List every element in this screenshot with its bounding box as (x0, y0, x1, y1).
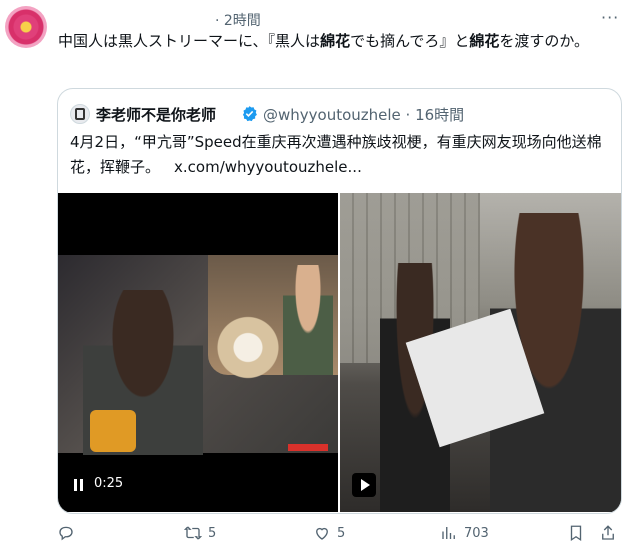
repost-count: 5 (208, 525, 217, 541)
repost-icon (184, 526, 202, 540)
video-right[interactable] (340, 193, 621, 512)
like-count: 5 (337, 525, 346, 541)
quoted-author-handle[interactable]: @whyyoutouzhele · 16時間 (263, 104, 464, 125)
video-frame (58, 255, 338, 455)
quoted-text: 4月2日，“甲亢哥”Speed在重庆再次遭遇种族歧视梗，有重庆网友现场向他送棉花… (70, 133, 602, 176)
views-chart-icon (442, 527, 455, 539)
more-options-icon[interactable]: ··· (601, 8, 619, 27)
share-button[interactable] (599, 524, 617, 542)
quoted-post[interactable]: 李老师不是你老师 @whyyoutouzhele · 16時間 4月2日，“甲亢… (57, 88, 622, 514)
author-avatar[interactable] (5, 6, 47, 48)
action-bar: 5 5 703 (0, 524, 628, 546)
pause-icon[interactable] (74, 479, 84, 491)
views-count: 703 (464, 525, 489, 541)
repost-button[interactable]: 5 (184, 524, 216, 542)
video-frame (340, 193, 621, 512)
post-text-bold: 綿花 (469, 32, 500, 50)
reply-icon (59, 526, 73, 541)
share-icon (602, 525, 614, 540)
bookmark-button[interactable] (567, 524, 585, 542)
reply-button[interactable] (57, 524, 81, 542)
like-button[interactable]: 5 (313, 524, 345, 542)
post-text: 中国人は黒人ストリーマーに、『黒人は綿花でも摘んでろ』と綿花を渡すのか。 (58, 32, 590, 50)
video-time: 0:25 (94, 476, 124, 491)
views-button[interactable]: 703 (440, 524, 489, 542)
quoted-author-name[interactable]: 李老师不是你老师 (96, 104, 216, 125)
video-left[interactable]: 0:25 (58, 193, 338, 512)
quoted-link[interactable]: x.com/whyyoutouzhele... (174, 158, 362, 176)
post-time[interactable]: · 2時間 (215, 10, 261, 30)
verified-badge-icon (242, 106, 257, 122)
play-icon[interactable] (352, 473, 376, 497)
heart-icon (316, 527, 328, 540)
bookmark-icon (570, 525, 582, 542)
quoted-author-avatar[interactable] (70, 104, 90, 124)
post-text-bold: 綿花 (320, 32, 351, 50)
